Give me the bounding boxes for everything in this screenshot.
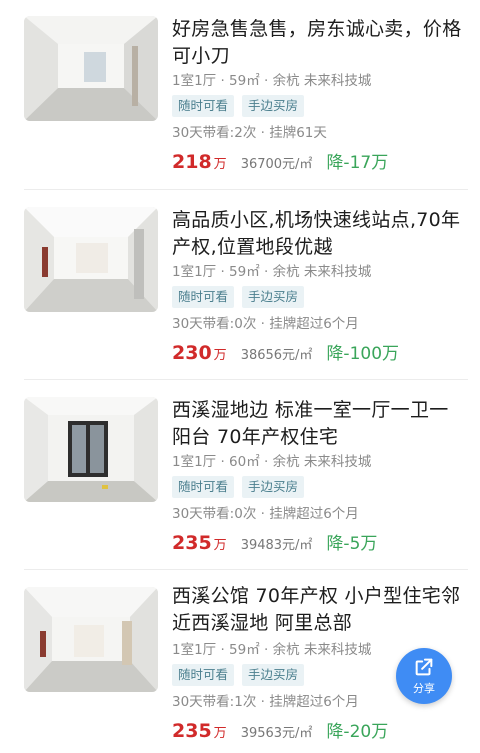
listing-meta: 1室1厅 · 59㎡ · 余杭 未来科技城 xyxy=(172,642,372,658)
tag-viewable-anytime: 随时可看 xyxy=(172,664,235,686)
unit-price: 39563元/㎡ xyxy=(240,726,313,741)
listing-photo[interactable] xyxy=(24,587,158,692)
total-price: 235 xyxy=(172,532,212,554)
listing-tags: 随时可看 手边买房 xyxy=(172,95,305,117)
tag-quick-buy: 手边买房 xyxy=(242,476,305,498)
listing-stats: 30天带看:2次 · 挂牌61天 xyxy=(172,125,327,141)
tag-quick-buy: 手边买房 xyxy=(242,664,305,686)
price-line: 235 万 39483元/㎡ 降-5万 xyxy=(172,529,377,554)
tag-quick-buy: 手边买房 xyxy=(242,95,305,117)
unit-price: 39483元/㎡ xyxy=(240,538,313,553)
listing-title[interactable]: 高品质小区,机场快速线站点,70年产权,位置地段优越 xyxy=(172,207,462,261)
price-unit: 万 xyxy=(213,726,227,741)
listing-card[interactable]: 高品质小区,机场快速线站点,70年产权,位置地段优越 1室1厅 · 59㎡ · … xyxy=(0,190,480,380)
share-label: 分享 xyxy=(413,682,435,695)
listing-stats: 30天带看:0次 · 挂牌超过6个月 xyxy=(172,506,359,522)
tag-quick-buy: 手边买房 xyxy=(242,286,305,308)
total-price: 235 xyxy=(172,720,212,742)
unit-price: 36700元/㎡ xyxy=(240,157,313,172)
price-drop: 降-20万 xyxy=(326,722,389,742)
total-price: 230 xyxy=(172,342,212,364)
price-unit: 万 xyxy=(213,157,227,172)
listing-meta: 1室1厅 · 59㎡ · 余杭 未来科技城 xyxy=(172,73,372,89)
price-line: 230 万 38656元/㎡ 降-100万 xyxy=(172,339,399,364)
price-unit: 万 xyxy=(213,348,227,363)
price-line: 235 万 39563元/㎡ 降-20万 xyxy=(172,717,388,742)
unit-price: 38656元/㎡ xyxy=(240,348,313,363)
price-drop: 降-17万 xyxy=(326,153,389,173)
tag-viewable-anytime: 随时可看 xyxy=(172,476,235,498)
listing-card[interactable]: 好房急售急售，房东诚心卖，价格可小刀 1室1厅 · 59㎡ · 余杭 未来科技城… xyxy=(0,0,480,190)
share-button[interactable]: 分享 xyxy=(396,648,452,704)
share-icon xyxy=(415,658,433,676)
listing-tags: 随时可看 手边买房 xyxy=(172,476,305,498)
listing-title[interactable]: 西溪湿地边 标准一室一厅一卫一阳台 70年产权住宅 xyxy=(172,397,462,451)
total-price: 218 xyxy=(172,151,212,173)
tag-viewable-anytime: 随时可看 xyxy=(172,286,235,308)
listing-photo[interactable] xyxy=(24,397,158,502)
price-unit: 万 xyxy=(213,538,227,553)
listing-tags: 随时可看 手边买房 xyxy=(172,664,305,686)
listing-card[interactable]: 西溪湿地边 标准一室一厅一卫一阳台 70年产权住宅 1室1厅 · 60㎡ · 余… xyxy=(0,380,480,570)
listing-stats: 30天带看:0次 · 挂牌超过6个月 xyxy=(172,316,359,332)
listing-photo[interactable] xyxy=(24,16,158,121)
listing-stats: 30天带看:1次 · 挂牌超过6个月 xyxy=(172,694,359,710)
listing-photo[interactable] xyxy=(24,207,158,312)
listing-meta: 1室1厅 · 60㎡ · 余杭 未来科技城 xyxy=(172,454,372,470)
price-line: 218 万 36700元/㎡ 降-17万 xyxy=(172,148,388,173)
price-drop: 降-100万 xyxy=(326,344,400,364)
listing-title[interactable]: 西溪公馆 70年产权 小户型住宅邻近西溪湿地 阿里总部 xyxy=(172,583,462,637)
listing-tags: 随时可看 手边买房 xyxy=(172,286,305,308)
price-drop: 降-5万 xyxy=(326,534,378,554)
listing-meta: 1室1厅 · 59㎡ · 余杭 未来科技城 xyxy=(172,264,372,280)
tag-viewable-anytime: 随时可看 xyxy=(172,95,235,117)
listing-title[interactable]: 好房急售急售，房东诚心卖，价格可小刀 xyxy=(172,16,462,70)
